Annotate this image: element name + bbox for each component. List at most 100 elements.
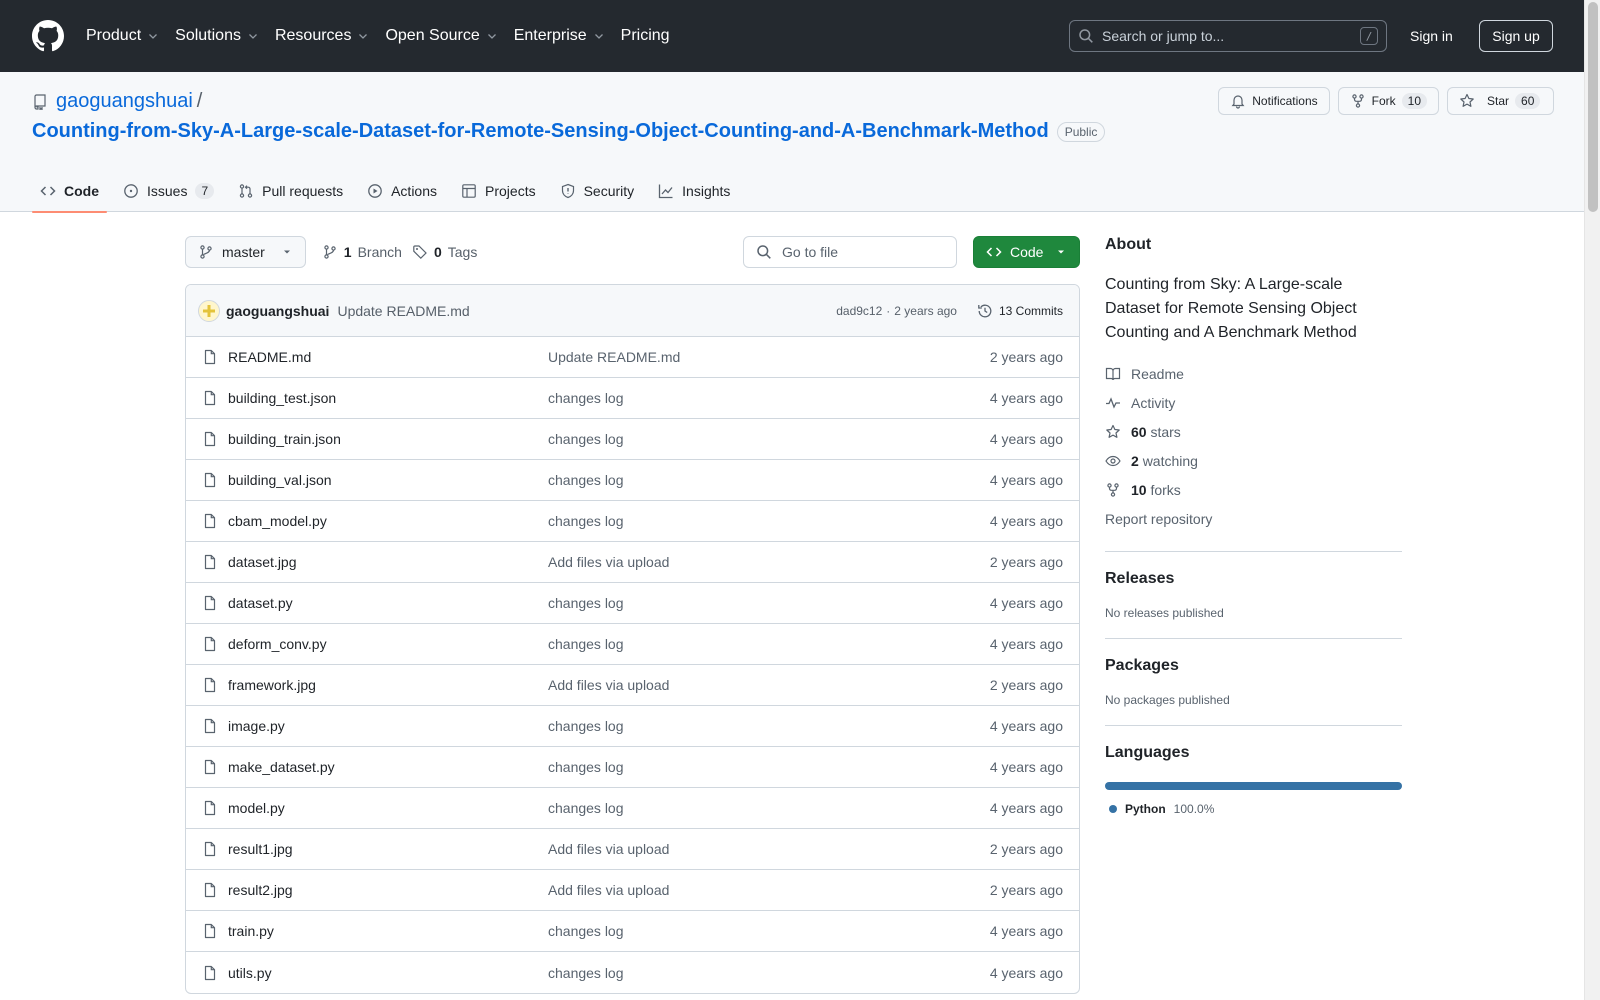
file-icon — [204, 800, 216, 816]
code-download-button[interactable]: Code — [973, 236, 1080, 268]
tab-security[interactable]: Security — [552, 170, 643, 212]
file-row[interactable]: framework.jpg Add files via upload 2 years… — [186, 665, 1079, 706]
file-row[interactable]: make_dataset.py changes log 4 years ago — [186, 747, 1079, 788]
file-name-link[interactable]: make_dataset.py — [228, 759, 548, 775]
nav-product[interactable]: Product — [78, 20, 167, 52]
file-row[interactable]: utils.py changes log 4 years ago — [186, 952, 1079, 993]
page-scrollbar[interactable] — [1584, 0, 1600, 1000]
file-row[interactable]: building_train.json changes log 4 years ag… — [186, 419, 1079, 460]
releases-heading[interactable]: Releases — [1105, 570, 1402, 588]
search-icon — [757, 245, 771, 259]
code-icon — [986, 247, 1002, 257]
file-commit-message-link[interactable]: changes log — [548, 513, 908, 529]
file-name-link[interactable]: framework.jpg — [228, 677, 548, 693]
watching-link[interactable]: 2 watching — [1105, 446, 1402, 475]
nav-pricing[interactable]: Pricing — [613, 20, 678, 52]
stars-link[interactable]: 60 stars — [1105, 417, 1402, 446]
file-commit-message-link[interactable]: changes log — [548, 431, 908, 447]
file-name-link[interactable]: result2.jpg — [228, 882, 548, 898]
file-name-link[interactable]: deform_conv.py — [228, 636, 548, 652]
tab-actions[interactable]: Actions — [359, 170, 445, 212]
file-name-link[interactable]: building_test.json — [228, 390, 548, 406]
file-name-link[interactable]: utils.py — [228, 965, 548, 981]
file-commit-message-link[interactable]: changes log — [548, 965, 908, 981]
file-row[interactable]: building_test.json changes log 4 years ago — [186, 378, 1079, 419]
forks-link[interactable]: 10 forks — [1105, 475, 1402, 504]
file-name-link[interactable]: dataset.jpg — [228, 554, 548, 570]
sign-in-link[interactable]: Sign in — [1410, 24, 1453, 48]
github-logo-icon[interactable] — [32, 20, 64, 52]
repo-owner-link[interactable]: gaoguangshuai — [56, 90, 193, 113]
nav-enterprise[interactable]: Enterprise — [506, 20, 613, 52]
file-row[interactable]: building_val.json changes log 4 years ago — [186, 460, 1079, 501]
commits-history-link[interactable]: 13 Commits — [977, 303, 1063, 319]
file-name-link[interactable]: cbam_model.py — [228, 513, 548, 529]
code-button-label: Code — [1010, 244, 1044, 260]
commit-author-link[interactable]: gaoguangshuai — [226, 303, 329, 319]
file-commit-message-link[interactable]: Add files via upload — [548, 554, 908, 570]
file-commit-message-link[interactable]: changes log — [548, 718, 908, 734]
go-to-file-input[interactable]: Go to file — [743, 236, 957, 268]
nav-solutions[interactable]: Solutions — [167, 20, 267, 52]
file-row[interactable]: README.md Update README.md 2 years ago — [186, 337, 1079, 378]
fork-button[interactable]: Fork 10 — [1337, 87, 1439, 115]
readme-link[interactable]: Readme — [1105, 359, 1402, 388]
file-commit-message-link[interactable]: changes log — [548, 472, 908, 488]
file-name-link[interactable]: README.md — [228, 349, 548, 365]
branches-link[interactable]: 1 Branch — [322, 244, 402, 260]
sign-up-button[interactable]: Sign up — [1479, 20, 1553, 52]
file-commit-message-link[interactable]: Add files via upload — [548, 841, 908, 857]
packages-heading[interactable]: Packages — [1105, 657, 1402, 675]
file-row[interactable]: result1.jpg Add files via upload 2 years a… — [186, 829, 1079, 870]
branch-selector[interactable]: master — [185, 236, 306, 268]
report-repository-link[interactable]: Report repository — [1105, 504, 1402, 533]
stars-label: stars — [1150, 423, 1181, 440]
tab-projects[interactable]: Projects — [453, 170, 544, 212]
file-row[interactable]: deform_conv.py changes log 4 years ago — [186, 624, 1079, 665]
tab-pull-requests[interactable]: Pull requests — [230, 170, 351, 212]
file-name-link[interactable]: building_val.json — [228, 472, 548, 488]
nav-open-source[interactable]: Open Source — [377, 20, 505, 52]
file-row[interactable]: dataset.py changes log 4 years ago — [186, 583, 1079, 624]
star-button[interactable]: Star 60 — [1447, 87, 1554, 115]
file-commit-message-link[interactable]: Add files via upload — [548, 882, 908, 898]
nav-resources[interactable]: Resources — [267, 20, 377, 52]
activity-link[interactable]: Activity — [1105, 388, 1402, 417]
file-commit-message-link[interactable]: changes log — [548, 390, 908, 406]
repo-name-link[interactable]: Counting-from-Sky-A-Large-scale-Dataset-… — [32, 120, 1049, 143]
file-commit-message-link[interactable]: Add files via upload — [548, 677, 908, 693]
file-commit-message-link[interactable]: changes log — [548, 759, 908, 775]
commit-message-link[interactable]: Update README.md — [337, 303, 469, 319]
file-row[interactable]: cbam_model.py changes log 4 years ago — [186, 501, 1079, 542]
file-row[interactable]: train.py changes log 4 years ago — [186, 911, 1079, 952]
global-search-input[interactable]: Search or jump to... / — [1069, 20, 1387, 52]
chevron-down-icon — [487, 34, 496, 39]
avatar[interactable] — [198, 299, 220, 322]
file-commit-message-link[interactable]: changes log — [548, 595, 908, 611]
tab-code[interactable]: Code — [32, 170, 107, 213]
file-name-link[interactable]: image.py — [228, 718, 548, 734]
scrollbar-thumb[interactable] — [1588, 2, 1598, 212]
file-row[interactable]: dataset.jpg Add files via upload 2 years a… — [186, 542, 1079, 583]
tab-issues[interactable]: Issues 7 — [115, 170, 222, 212]
file-row[interactable]: result2.jpg Add files via upload 2 years a… — [186, 870, 1079, 911]
file-row[interactable]: image.py changes log 4 years ago — [186, 706, 1079, 747]
file-commit-message-link[interactable]: changes log — [548, 800, 908, 816]
search-placeholder: Search or jump to... — [1102, 28, 1225, 44]
file-rows: README.md Update README.md 2 years ago buil… — [186, 337, 1079, 993]
file-name-link[interactable]: train.py — [228, 923, 548, 939]
file-commit-message-link[interactable]: changes log — [548, 636, 908, 652]
file-name-link[interactable]: result1.jpg — [228, 841, 548, 857]
file-name-link[interactable]: building_train.json — [228, 431, 548, 447]
language-item-python[interactable]: Python 100.0% — [1105, 802, 1402, 816]
file-name-link[interactable]: dataset.py — [228, 595, 548, 611]
file-row[interactable]: model.py changes log 4 years ago — [186, 788, 1079, 829]
tags-link[interactable]: 0 Tags — [412, 244, 477, 260]
file-name-link[interactable]: model.py — [228, 800, 548, 816]
tab-insights[interactable]: Insights — [650, 170, 738, 212]
tab-actions-label: Actions — [391, 183, 438, 199]
notifications-button[interactable]: Notifications — [1218, 87, 1330, 115]
commit-sha-link[interactable]: dad9c12 — [836, 304, 882, 318]
file-commit-message-link[interactable]: Update README.md — [548, 349, 908, 365]
file-commit-message-link[interactable]: changes log — [548, 923, 908, 939]
